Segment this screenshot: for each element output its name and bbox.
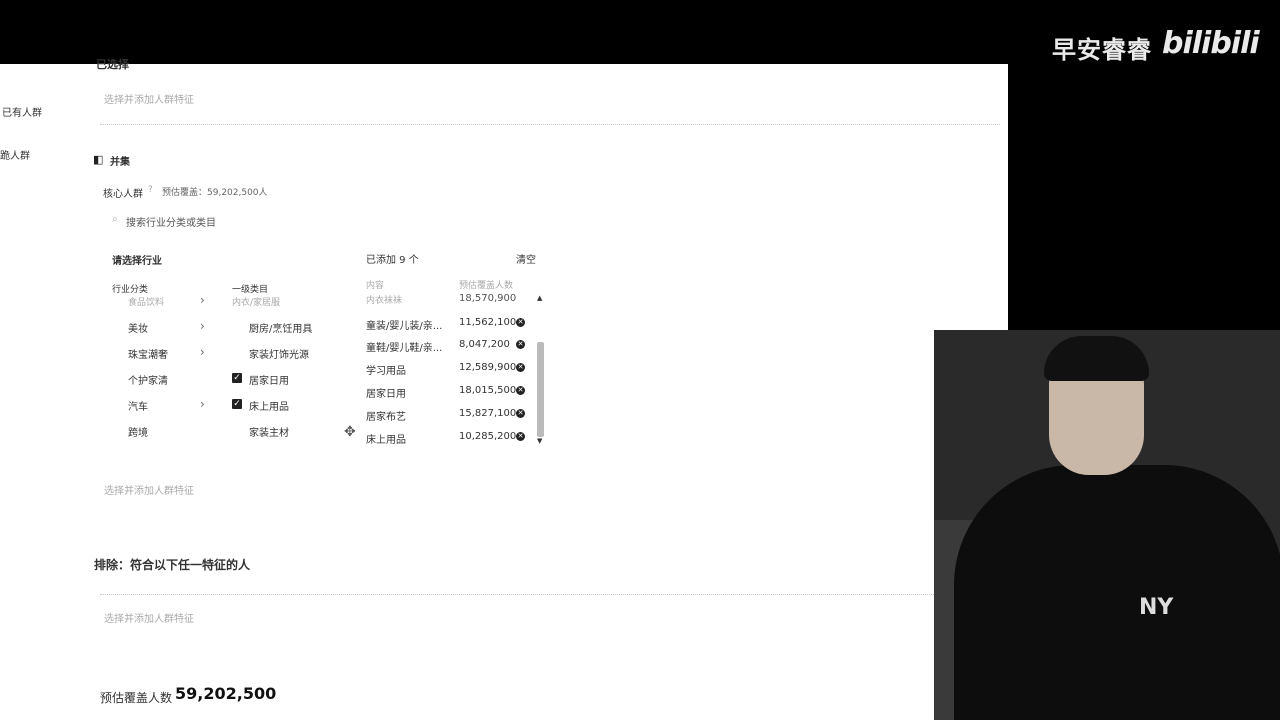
chevron-right-icon: ›	[200, 319, 205, 333]
checkbox-checked[interactable]: ✓	[232, 399, 242, 409]
chevron-right-icon: ›	[200, 397, 205, 411]
primary-item[interactable]: 居家日用	[249, 372, 289, 387]
added-row-name: 居家布艺	[366, 412, 406, 423]
added-row-name: 童鞋/婴儿鞋/亲...	[366, 343, 443, 354]
total-label: 预估覆盖人数	[100, 691, 173, 705]
top-black-bar: 早安睿睿 bilibili	[0, 0, 1280, 64]
divider	[100, 594, 1000, 596]
industry-search-input[interactable]: 搜索行业分类或类目	[126, 214, 216, 229]
list-scrollbar[interactable]	[537, 342, 544, 437]
sidebar-item-crowd[interactable]: 跪人群	[0, 147, 30, 162]
section-cut-title: 已选择	[96, 58, 129, 71]
core-crowd-label: 核心人群	[103, 189, 143, 200]
category-item[interactable]: 珠宝潮奢	[128, 346, 168, 361]
chevron-right-icon: ›	[200, 345, 205, 359]
crowd-builder-panel: 已选择 选择并添加人群特征 已有人群 跪人群 ◧ 并集 核心人群 ? 预估覆盖：…	[0, 58, 1008, 720]
primary-item[interactable]: 家装灯饰光源	[249, 346, 309, 361]
union-title: 并集	[110, 157, 130, 168]
primary-item[interactable]: 家装主材	[249, 424, 289, 439]
divider	[100, 124, 1000, 126]
union-icon: ◧	[93, 153, 104, 166]
added-row-count: 18,015,500	[459, 385, 517, 396]
remove-icon[interactable]: ✕	[516, 340, 525, 349]
added-row-name: 学习用品	[366, 366, 406, 377]
added-row-count: 18,570,900	[459, 293, 517, 304]
exclude-title: 排除：符合以下任一特征的人	[94, 558, 251, 572]
clear-button[interactable]: 清空	[516, 251, 536, 266]
added-row-name: 床上用品	[366, 435, 406, 446]
category-item[interactable]: 个护家清	[128, 372, 168, 387]
primary-item[interactable]: 厨房/烹饪用具	[249, 320, 312, 335]
remove-icon[interactable]: ✕	[516, 432, 525, 441]
remove-icon[interactable]: ✕	[516, 386, 525, 395]
category-item[interactable]: 汽车	[128, 398, 148, 413]
search-icon: ⌕	[112, 214, 118, 225]
scroll-down-icon[interactable]: ▼	[537, 437, 542, 445]
jacket-logo-icon: NY	[1139, 595, 1174, 620]
sidebar-item-existing-crowd[interactable]: 已有人群	[2, 104, 42, 119]
col-count: 预估覆盖人数	[459, 281, 514, 291]
channel-watermark: 早安睿睿	[1052, 36, 1152, 64]
checkbox-checked[interactable]: ✓	[232, 373, 242, 383]
category-item[interactable]: 美妆	[128, 320, 148, 335]
add-feature-hint-1[interactable]: 选择并添加人群特征	[104, 91, 194, 106]
added-row-count: 10,285,200	[459, 431, 517, 442]
presenter-jacket	[954, 465, 1280, 720]
total-value: 59,202,500	[175, 684, 277, 703]
presenter-hair	[1044, 336, 1149, 381]
added-row-name: 内衣袜袜	[366, 296, 403, 306]
col-category: 行业分类	[112, 285, 149, 295]
category-item[interactable]: 食品饮料	[128, 295, 164, 308]
added-row-count: 12,589,900	[459, 362, 517, 373]
promo-line: 免费获取更新内容	[706, 493, 794, 506]
webcam-feed: NY	[934, 330, 1280, 720]
industry-title: 请选择行业	[112, 256, 162, 267]
wechat-id: v:1690259689	[706, 444, 815, 462]
added-title: 已添加 9 个	[366, 255, 419, 266]
added-row-count: 8,047,200	[459, 339, 510, 350]
added-row-name: 童装/婴儿装/亲...	[366, 321, 443, 332]
added-row-count: 11,562,100	[459, 317, 517, 328]
col-content: 内容	[366, 281, 385, 291]
promo-line: 超低价筹课	[706, 535, 761, 548]
core-coverage: 预估覆盖：59,202,500人	[162, 188, 268, 198]
remove-icon[interactable]: ✕	[516, 318, 525, 327]
primary-item[interactable]: 内衣/家居服	[232, 295, 280, 308]
scroll-up-icon[interactable]: ▲	[537, 294, 542, 302]
remove-icon[interactable]: ✕	[516, 363, 525, 372]
promo-line: 加v每周送新课	[706, 514, 779, 527]
add-feature-hint-2[interactable]: 选择并添加人群特征	[104, 482, 194, 497]
primary-item[interactable]: 床上用品	[249, 398, 289, 413]
chevron-right-icon: ›	[200, 293, 205, 307]
promo-line: 今今一手课源	[706, 472, 772, 485]
move-cursor-icon: ✥	[344, 424, 356, 440]
category-item[interactable]: 跨境	[128, 424, 148, 439]
added-row-count: 15,827,100	[459, 408, 517, 419]
bilibili-logo: bilibili	[1162, 26, 1260, 61]
remove-icon[interactable]: ✕	[516, 409, 525, 418]
help-icon[interactable]: ?	[148, 185, 153, 195]
add-feature-hint-3[interactable]: 选择并添加人群特征	[104, 610, 194, 625]
col-primary: 一级类目	[232, 285, 269, 295]
added-row-name: 居家日用	[366, 389, 406, 400]
